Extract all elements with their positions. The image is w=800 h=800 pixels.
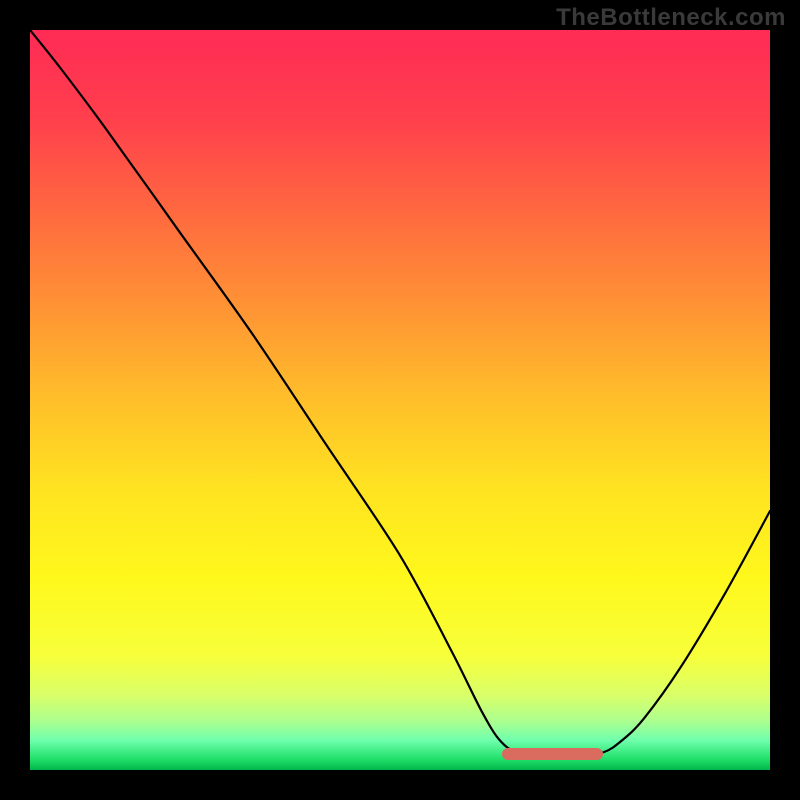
optimal-zone-marker [502,748,603,760]
watermark-text: TheBottleneck.com [556,4,786,32]
plot-area [30,30,770,770]
bottleneck-curve [30,30,770,756]
curve-svg [30,30,770,770]
chart-frame: TheBottleneck.com [0,0,800,800]
